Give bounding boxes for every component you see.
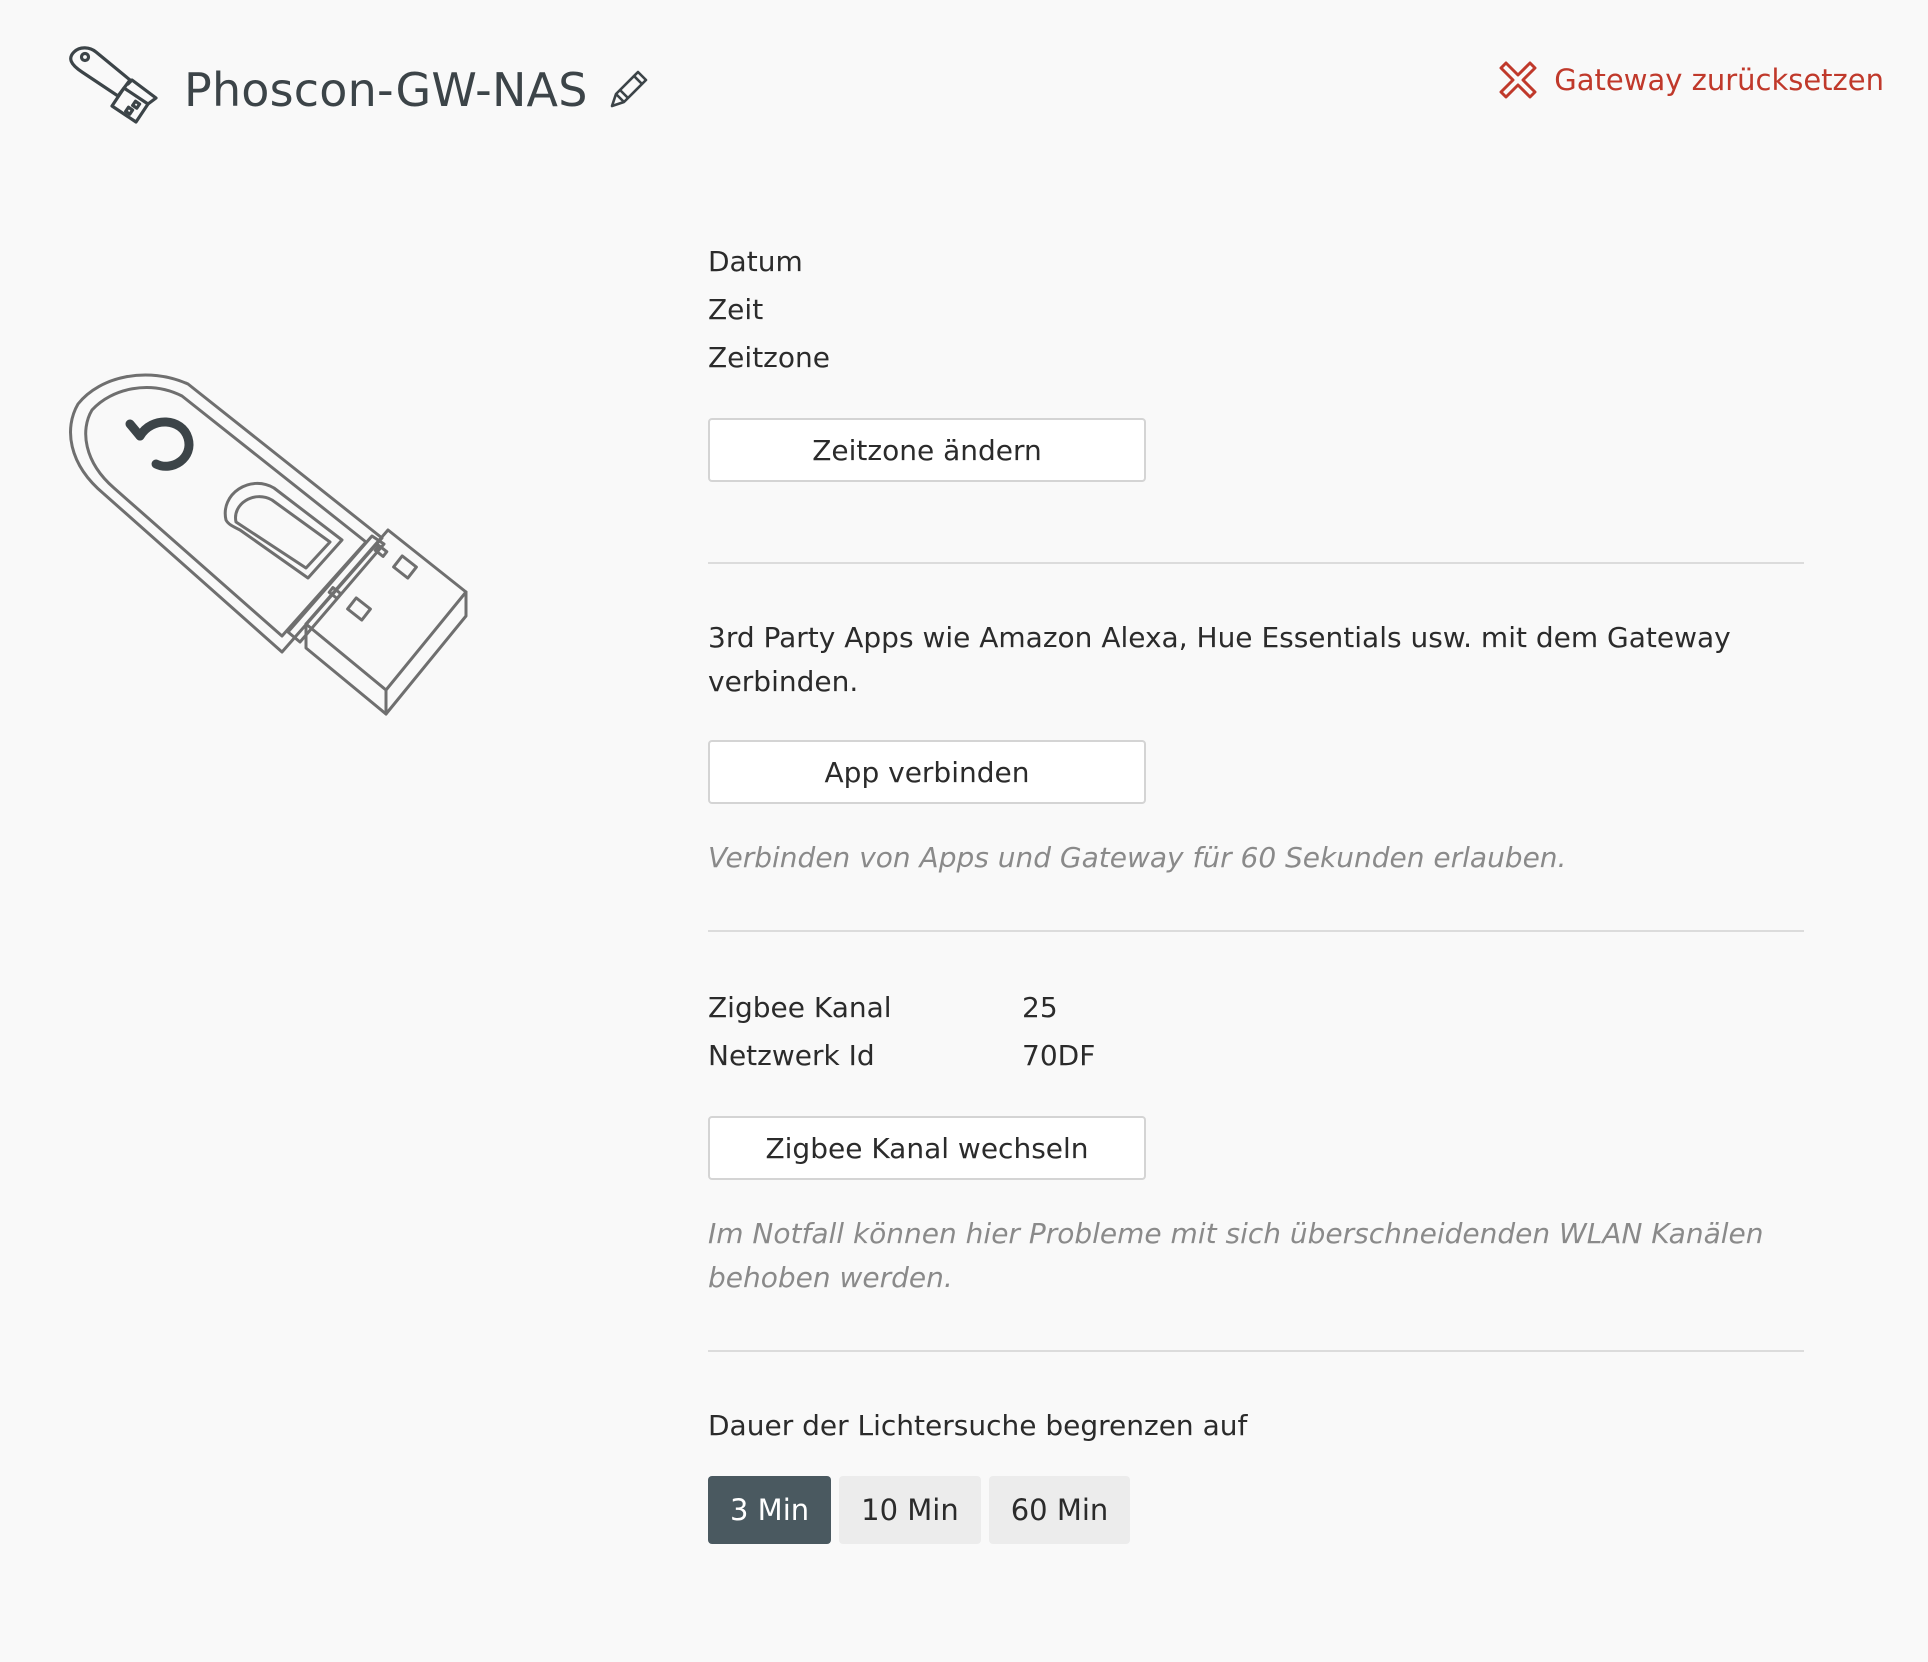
divider bbox=[708, 1350, 1804, 1352]
pencil-icon[interactable] bbox=[604, 64, 654, 114]
apps-description: 3rd Party Apps wie Amazon Alexa, Hue Ess… bbox=[708, 621, 1731, 698]
connect-app-button[interactable]: App verbinden bbox=[708, 740, 1146, 804]
network-id-label: Netzwerk Id bbox=[708, 1039, 875, 1072]
reset-gateway-button[interactable]: Gateway zurücksetzen bbox=[1498, 60, 1884, 100]
page-title: Phoscon-GW-NAS bbox=[184, 63, 588, 117]
usb-stick-icon bbox=[69, 46, 158, 124]
gateway-settings-page: Phoscon-GW-NAS Gateway zurücksetzen Datu… bbox=[0, 0, 1928, 1662]
search-duration-60-min[interactable]: 60 Min bbox=[988, 1476, 1131, 1544]
zigbee-channel-hint: Im Notfall können hier Probleme mit sich… bbox=[708, 1217, 1764, 1294]
connect-app-hint: Verbinden von Apps und Gateway für 60 Se… bbox=[708, 841, 1567, 874]
divider bbox=[708, 930, 1804, 932]
search-duration-label: Dauer der Lichtersuche begrenzen auf bbox=[708, 1409, 1248, 1442]
zigbee-channel-value: 25 bbox=[1022, 991, 1058, 1024]
search-duration-10-min[interactable]: 10 Min bbox=[839, 1476, 981, 1544]
close-x-icon bbox=[1499, 61, 1537, 99]
zigbee-info: Zigbee Kanal 25 Netzwerk Id 70DF bbox=[708, 984, 1804, 1080]
time-label: Zeit bbox=[708, 293, 764, 326]
reset-gateway-label: Gateway zurücksetzen bbox=[1554, 63, 1884, 97]
change-zigbee-channel-button[interactable]: Zigbee Kanal wechseln bbox=[708, 1116, 1146, 1180]
change-timezone-button[interactable]: Zeitzone ändern bbox=[708, 418, 1146, 482]
time-info: Datum Zeit Zeitzone bbox=[708, 238, 1804, 382]
settings-column: Datum Zeit Zeitzone Zeitzone ändern 3rd … bbox=[708, 238, 1804, 1544]
network-id-value: 70DF bbox=[1022, 1039, 1096, 1072]
search-duration-3-min[interactable]: 3 Min bbox=[708, 1476, 832, 1544]
search-duration-selector: 3 Min 10 Min 60 Min bbox=[708, 1476, 1804, 1544]
zigbee-channel-label: Zigbee Kanal bbox=[708, 991, 892, 1024]
date-label: Datum bbox=[708, 245, 803, 278]
divider bbox=[708, 562, 1804, 564]
gateway-stick-illustration bbox=[69, 373, 468, 716]
timezone-label: Zeitzone bbox=[708, 341, 830, 374]
